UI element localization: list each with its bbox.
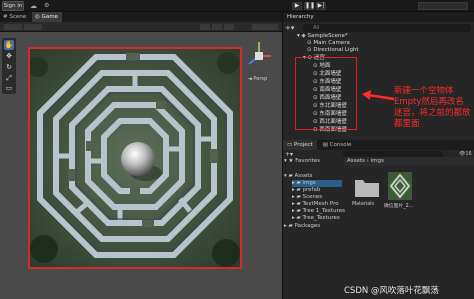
- favorites-header[interactable]: ▾ ★ Favorites: [284, 158, 344, 165]
- breadcrumb[interactable]: Assets › imgs: [344, 157, 474, 166]
- folder-label: Scenes: [302, 194, 323, 200]
- folder-prefab[interactable]: ▸ ▰ prefab: [292, 187, 352, 194]
- lighting-toggle[interactable]: [212, 24, 222, 30]
- folder-label: TextMesh Pro: [302, 201, 339, 207]
- folder-tree-textures[interactable]: ▸ ▰ Tree_Textures: [292, 215, 352, 222]
- play-button[interactable]: ▶: [292, 2, 302, 10]
- pause-button[interactable]: ❚❚: [304, 2, 315, 10]
- hierarchy-item-label: Main Camera: [313, 40, 350, 46]
- assets-header[interactable]: ▾ ▰ Assets: [284, 173, 344, 180]
- folder-tree1-textures[interactable]: ▸ ▰ Tree 1_Textures: [292, 208, 352, 215]
- scale-tool-icon[interactable]: ⤢: [4, 73, 14, 83]
- cloud-icon[interactable]: ☁: [30, 2, 37, 10]
- search-placeholder: All: [313, 25, 320, 31]
- folder-scenes[interactable]: ▸ ▰ Scenes: [292, 194, 352, 201]
- folder-label: imgs: [302, 180, 316, 186]
- packages-label: Packages: [294, 223, 321, 229]
- folder-label: Tree 1_Textures: [302, 208, 345, 214]
- tab-project-label: Project: [293, 142, 313, 148]
- tab-game-label: Game: [41, 14, 58, 20]
- settings-icon[interactable]: ⚙: [44, 2, 56, 10]
- view-tabs: # Scene ◎ Game: [0, 12, 282, 22]
- game-icon: ◎: [35, 14, 40, 20]
- scene-toolbar: [0, 22, 282, 32]
- hierarchy-item-light[interactable]: ⊙ Directional Light: [283, 47, 474, 54]
- assets-label: Assets: [294, 173, 313, 179]
- hierarchy-item-label: SampleScene*: [307, 33, 348, 39]
- layout-dropdown[interactable]: [418, 2, 468, 10]
- rect-tool-icon[interactable]: ▭: [4, 83, 14, 93]
- hand-tool-icon[interactable]: ✋: [4, 40, 14, 50]
- scene-icon: #: [3, 14, 8, 20]
- orientation-gizmo-icon[interactable]: [245, 40, 273, 74]
- add-icon[interactable]: +▾: [285, 24, 295, 32]
- tool-handle-toggle[interactable]: [4, 24, 22, 30]
- hierarchy-item-camera[interactable]: ⊙ Main Camera: [283, 40, 474, 47]
- folder-label: prefab: [302, 187, 321, 193]
- create-icon[interactable]: +▾: [285, 151, 295, 158]
- folder-textmesh[interactable]: ▸ ▰ TextMesh Pro: [292, 201, 352, 208]
- materials-folder-icon[interactable]: [354, 176, 380, 198]
- move-tool-icon[interactable]: ✥: [4, 51, 14, 61]
- transform-tools: ✋ ✥ ↻ ⤢ ▭: [2, 38, 16, 94]
- highlight-box: [295, 57, 357, 130]
- folder-imgs[interactable]: ▸ ▰ imgs: [292, 180, 342, 187]
- ball-sphere: [121, 142, 155, 176]
- hierarchy-search-input[interactable]: All: [303, 24, 471, 32]
- pivot-toggle[interactable]: [24, 24, 42, 30]
- hierarchy-item-scene[interactable]: ▾ ◈ SampleScene*: [283, 33, 474, 40]
- hierarchy-title: Hierarchy: [287, 14, 314, 20]
- folder-label: Tree_Textures: [302, 215, 340, 221]
- annotation-text: 新建一个空物体Empty然后再改名迷宫，将之前的都放都里面: [394, 86, 471, 129]
- maze-illustration: [28, 49, 240, 267]
- audio-toggle[interactable]: [224, 24, 234, 30]
- tab-console-label: Console: [329, 142, 352, 148]
- top-toolbar: Sign in ☁ ⚙ ▶ ❚❚ ▶|: [0, 0, 474, 12]
- hierarchy-item-label: Directional Light: [313, 47, 359, 53]
- watermark-text: CSDN @风吹落叶花飘荡: [344, 286, 439, 296]
- image-thumbnail-icon[interactable]: [388, 172, 412, 200]
- 2d-toggle[interactable]: [200, 24, 210, 30]
- tab-project[interactable]: ▭ Project: [283, 140, 317, 150]
- packages-header[interactable]: ▸ ▰ Packages: [284, 223, 344, 230]
- rotate-tool-icon[interactable]: ↻: [4, 62, 14, 72]
- tab-console[interactable]: ▤ Console: [319, 140, 356, 150]
- tab-scene[interactable]: # Scene: [0, 12, 30, 22]
- image-file-label: 微信图片_2...: [384, 204, 414, 209]
- step-button[interactable]: ▶|: [316, 2, 326, 10]
- gizmos-dropdown[interactable]: [252, 24, 278, 30]
- maze-scene-object[interactable]: [28, 47, 242, 269]
- tab-scene-label: Scene: [9, 14, 27, 20]
- project-tabs: ▭ Project ▤ Console: [283, 140, 474, 150]
- tab-game[interactable]: ◎ Game: [32, 12, 62, 22]
- materials-folder-label: Materials: [352, 202, 374, 207]
- favorites-label: Favorites: [295, 158, 321, 164]
- signin-button[interactable]: Sign in: [2, 1, 24, 11]
- perspective-label[interactable]: ◄ Persp: [248, 76, 267, 82]
- arrow-left-icon: [362, 90, 395, 101]
- hierarchy-tab[interactable]: Hierarchy: [283, 12, 474, 22]
